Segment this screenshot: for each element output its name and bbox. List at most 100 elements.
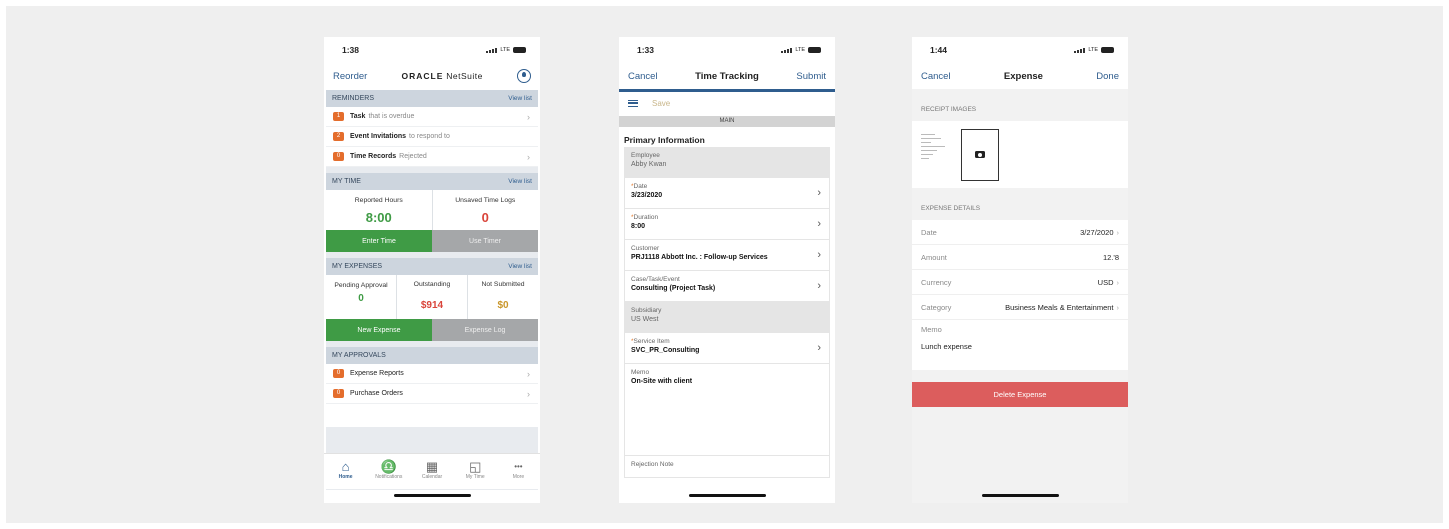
- new-expense-button[interactable]: New Expense: [326, 319, 432, 341]
- tab-calendar[interactable]: ▦ Calendar: [410, 454, 453, 489]
- chevron-right-icon: ›: [1116, 302, 1120, 312]
- date-row[interactable]: Date 3/27/2020 ›: [912, 220, 1128, 245]
- reported-hours-stat[interactable]: Reported Hours 8:00: [326, 190, 432, 230]
- field-value: 3/23/2020: [631, 192, 663, 199]
- clock-icon: ◱: [469, 459, 482, 474]
- reported-hours-value: 8:00: [365, 210, 392, 225]
- reminders-view-list-link[interactable]: View list: [508, 95, 532, 102]
- reorder-button[interactable]: Reorder: [333, 71, 367, 82]
- not-submitted-stat[interactable]: Not Submitted $0: [467, 275, 538, 319]
- amount-row[interactable]: Amount 12.'8: [912, 245, 1128, 270]
- field-label: Employee: [631, 152, 660, 159]
- battery-icon: [808, 47, 821, 53]
- reminder-item-event-invitations[interactable]: 2 Event Invitations to respond to: [326, 127, 538, 147]
- pending-approval-stat[interactable]: Pending Approval 0: [326, 275, 396, 319]
- my-expenses-stats: Pending Approval 0 Outstanding $914 Not …: [326, 275, 538, 319]
- employee-field: Employee Abby Kwan: [624, 147, 830, 178]
- tab-label: Home: [338, 474, 353, 480]
- chevron-right-icon: ›: [1116, 227, 1120, 237]
- field-label: *Service Item: [631, 338, 670, 345]
- pending-approval-label: Pending Approval: [334, 282, 388, 289]
- field-value: Abby Kwan: [631, 161, 667, 168]
- tab-label: More: [512, 474, 525, 480]
- home-indicator: [689, 494, 766, 497]
- cancel-button[interactable]: Cancel: [628, 71, 658, 82]
- memo-block[interactable]: Memo Lunch expense: [912, 320, 1128, 370]
- status-time: 1:38: [342, 45, 360, 55]
- row-value-wrap: 3/27/2020 ›: [1080, 228, 1119, 237]
- approval-item-expense-reports[interactable]: 0 Expense Reports ›: [326, 364, 538, 384]
- not-submitted-value: $0: [497, 300, 509, 311]
- my-expenses-view-list-link[interactable]: View list: [508, 263, 532, 270]
- calendar-icon: ▦: [425, 459, 439, 474]
- cancel-button[interactable]: Cancel: [921, 71, 951, 82]
- delete-expense-button[interactable]: Delete Expense: [912, 382, 1128, 407]
- count-badge: 0: [333, 152, 344, 161]
- currency-row[interactable]: Currency USD ›: [912, 270, 1128, 295]
- dashboard: REMINDERS View list 1 Task that is overd…: [326, 90, 538, 490]
- phone-expense-screen: 1:44 LTE Cancel Expense Done RECEIPT IMA…: [912, 37, 1128, 503]
- approval-item-purchase-orders[interactable]: 0 Purchase Orders ›: [326, 384, 538, 404]
- tab-more[interactable]: ••• More: [497, 454, 540, 489]
- reminder-label: Task: [350, 113, 366, 120]
- service-item-field[interactable]: *Service Item SVC_PR_Consulting ›: [624, 333, 830, 364]
- reminders-section: REMINDERS View list 1 Task that is overd…: [326, 90, 538, 167]
- chevron-right-icon: ›: [527, 388, 530, 399]
- user-profile-icon[interactable]: [517, 69, 531, 83]
- receipt-images-heading: RECEIPT IMAGES: [921, 106, 977, 113]
- memo-field[interactable]: Memo On-Site with client: [624, 364, 830, 456]
- tab-label: Notifications: [375, 474, 403, 480]
- status-bar: 1:44 LTE: [912, 37, 1128, 63]
- field-value: 8:00: [631, 223, 646, 230]
- tab-home[interactable]: ⌂ Home: [324, 454, 367, 489]
- row-value-wrap: Business Meals & Entertainment ›: [1005, 303, 1119, 312]
- camera-icon: [975, 151, 985, 158]
- chevron-right-icon: ›: [817, 187, 821, 199]
- outstanding-value: $914: [420, 300, 444, 311]
- oracle-netsuite-logo: ORACLE NetSuite: [401, 71, 483, 81]
- submit-button[interactable]: Submit: [796, 71, 826, 82]
- primary-information-heading: Primary Information: [624, 135, 705, 145]
- add-receipt-button[interactable]: [961, 128, 999, 181]
- tab-label: Calendar: [421, 474, 443, 480]
- unsaved-time-logs-stat[interactable]: Unsaved Time Logs 0: [431, 190, 539, 230]
- rejection-note-field[interactable]: Rejection Note: [624, 456, 830, 478]
- subsidiary-field: Subsidiary US West: [624, 302, 830, 333]
- tab-notifications[interactable]: ♎ Notifications: [367, 454, 410, 489]
- tab-my-time[interactable]: ◱ My Time: [454, 454, 497, 489]
- duration-field[interactable]: *Duration 8:00 ›: [624, 209, 830, 240]
- battery-icon: [1101, 47, 1114, 53]
- case-task-event-field[interactable]: Case/Task/Event Consulting (Project Task…: [624, 271, 830, 302]
- receipt-thumbnail[interactable]: [921, 131, 949, 179]
- outstanding-stat[interactable]: Outstanding $914: [396, 275, 467, 319]
- reminders-title: REMINDERS: [332, 95, 375, 102]
- status-bar: 1:33 LTE: [619, 37, 835, 63]
- row-label: Category: [921, 302, 952, 312]
- bell-icon: ♎: [380, 459, 397, 474]
- enter-time-button[interactable]: Enter Time: [326, 230, 432, 252]
- status-bar: 1:38 LTE: [324, 37, 540, 63]
- chevron-right-icon: ›: [527, 368, 530, 379]
- signal-indicator: LTE: [1074, 47, 1114, 53]
- category-row[interactable]: Category Business Meals & Entertainment ›: [912, 295, 1128, 320]
- expense-log-button[interactable]: Expense Log: [432, 319, 538, 341]
- reminder-item-task[interactable]: 1 Task that is overdue ›: [326, 107, 538, 127]
- my-time-view-list-link[interactable]: View list: [508, 178, 532, 185]
- done-button[interactable]: Done: [1096, 71, 1119, 82]
- nav-bar: Cancel Expense Done: [912, 63, 1128, 89]
- menu-icon[interactable]: [628, 99, 638, 107]
- main-tab[interactable]: MAIN: [619, 116, 835, 127]
- save-button[interactable]: Save: [652, 99, 670, 108]
- home-indicator: [394, 494, 471, 497]
- reminder-item-time-records[interactable]: 0 Time Records Rejected ›: [326, 147, 538, 167]
- form-toolbar: Save: [619, 92, 835, 114]
- use-timer-button[interactable]: Use Timer: [432, 230, 538, 252]
- customer-field[interactable]: Customer PRJ1118 Abbott Inc. : Follow-up…: [624, 240, 830, 271]
- reminders-header: REMINDERS View list: [326, 90, 538, 107]
- my-expenses-section: MY EXPENSES View list Pending Approval 0…: [326, 258, 538, 341]
- chevron-right-icon: ›: [1116, 277, 1120, 287]
- date-field[interactable]: *Date 3/23/2020 ›: [624, 178, 830, 209]
- signal-indicator: LTE: [486, 47, 526, 53]
- field-label: *Date: [631, 183, 648, 190]
